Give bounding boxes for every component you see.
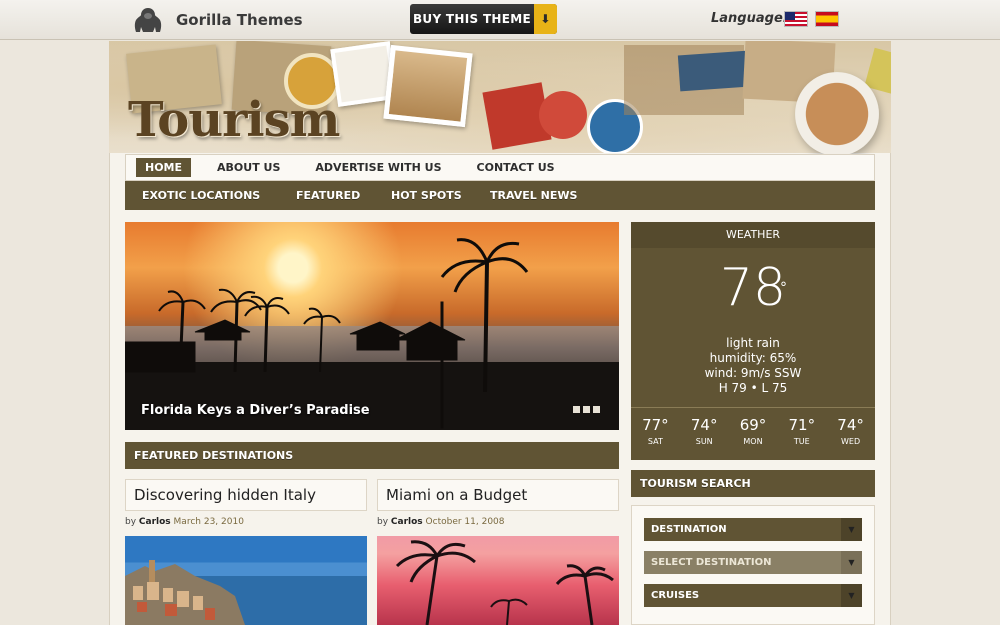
nav-contact-us[interactable]: CONTACT US: [464, 158, 568, 177]
flag-es-icon[interactable]: [815, 11, 839, 27]
post-author[interactable]: Carlos: [391, 517, 423, 527]
weather-condition: light rain: [726, 336, 780, 350]
slider-dot[interactable]: [593, 406, 600, 413]
primary-nav: HOME ABOUT US ADVERTISE WITH US CONTACT …: [125, 154, 875, 181]
buy-theme-button[interactable]: BUY THIS THEME ⬇: [410, 4, 557, 34]
language-label: Language:: [711, 11, 788, 26]
select-destination-dropdown[interactable]: SELECT DESTINATION ▼: [644, 551, 862, 574]
weather-humidity: humidity: 65%: [709, 351, 797, 365]
featured-slider[interactable]: Florida Keys a Diver’s Paradise: [125, 222, 619, 430]
nav-hot-spots[interactable]: HOT SPOTS: [374, 189, 473, 202]
forecast-day: 71° TUE: [777, 408, 826, 460]
post-by: by: [125, 517, 137, 527]
post-meta: by Carlos March 23, 2010: [125, 517, 244, 527]
ritz-hotel-label-image: [677, 50, 751, 92]
brand-name: Gorilla Themes: [176, 11, 303, 29]
select-destination-label: SELECT DESTINATION: [651, 557, 772, 568]
download-arrow-icon: ⬇: [534, 4, 557, 34]
chevron-down-icon: ▼: [841, 518, 862, 541]
weather-heading: WEATHER: [631, 222, 875, 248]
weather-widget: WEATHER 78 ° light rain humidity: 65% wi…: [631, 222, 875, 460]
weather-forecast: 77° SAT 74° SUN 69° MON 71° TUE 74° WED: [631, 407, 875, 460]
cruises-select[interactable]: CRUISES ▼: [644, 584, 862, 607]
forecast-temp: 74°: [837, 416, 864, 434]
category-nav: EXOTIC LOCATIONS FEATURED HOT SPOTS TRAV…: [125, 181, 875, 210]
forecast-temp: 77°: [642, 416, 669, 434]
forecast-day: 74° SUN: [680, 408, 729, 460]
cruises-select-label: CRUISES: [651, 590, 700, 601]
luggage-label-image: [539, 91, 587, 139]
forecast-day: 77° SAT: [631, 408, 680, 460]
gorilla-logo-icon: [134, 8, 162, 32]
nav-home[interactable]: HOME: [136, 158, 192, 177]
flag-us-icon[interactable]: [784, 11, 808, 27]
forecast-temp: 74°: [690, 416, 718, 434]
featured-destinations-heading: FEATURED DESTINATIONS: [125, 442, 619, 469]
chevron-down-icon: ▼: [841, 584, 862, 607]
site-title[interactable]: Tourism: [128, 92, 340, 148]
coffee-cup-image: [795, 72, 879, 156]
chevron-down-icon: ▼: [841, 551, 862, 574]
post-date: October 11, 2008: [425, 517, 505, 527]
forecast-temp: 71°: [788, 416, 816, 434]
forecast-temp: 69°: [739, 416, 767, 434]
top-bar: Gorilla Themes BUY THIS THEME ⬇ Language…: [0, 0, 1000, 40]
post-author[interactable]: Carlos: [139, 517, 171, 527]
nav-featured[interactable]: FEATURED: [279, 189, 374, 202]
current-temperature: 78: [719, 258, 787, 318]
weather-conditions: light rain humidity: 65% wind: 9m/s SSW …: [631, 336, 875, 396]
weather-high-low: H 79 • L 75: [718, 381, 788, 395]
post-title[interactable]: Miami on a Budget: [377, 479, 619, 511]
nav-about-us[interactable]: ABOUT US: [204, 158, 293, 177]
forecast-day: 74° WED: [826, 408, 875, 460]
brand[interactable]: Gorilla Themes: [132, 6, 303, 34]
slider-dot[interactable]: [583, 406, 590, 413]
italy-thumbnail-image[interactable]: [125, 536, 367, 625]
nav-exotic-locations[interactable]: EXOTIC LOCATIONS: [125, 189, 279, 202]
palm-silhouette-image: [125, 238, 529, 429]
forecast-day: 69° MON: [729, 408, 778, 460]
forecast-day-label: TUE: [793, 437, 810, 446]
degree-symbol: °: [780, 280, 787, 296]
destination-select[interactable]: DESTINATION ▼: [644, 518, 862, 541]
slide-caption[interactable]: Florida Keys a Diver’s Paradise: [141, 403, 370, 418]
post-date: March 23, 2010: [173, 517, 244, 527]
post-by: by: [377, 517, 389, 527]
miami-thumbnail-image[interactable]: [377, 536, 619, 625]
buy-theme-label: BUY THIS THEME: [412, 12, 532, 26]
slider-dot[interactable]: [573, 406, 580, 413]
forecast-day-label: WED: [841, 437, 861, 446]
forecast-day-label: SUN: [695, 437, 713, 446]
post-meta: by Carlos October 11, 2008: [377, 517, 505, 527]
weather-wind: wind: 9m/s SSW: [704, 366, 802, 380]
forecast-day-label: SAT: [647, 437, 663, 446]
nav-advertise[interactable]: ADVERTISE WITH US: [302, 158, 454, 177]
destination-select-label: DESTINATION: [651, 524, 727, 535]
pyramid-photo-image: [383, 44, 473, 128]
forecast-day-label: MON: [743, 437, 763, 446]
nav-travel-news[interactable]: TRAVEL NEWS: [473, 189, 585, 202]
tourism-search-heading: TOURISM SEARCH: [631, 470, 875, 497]
slider-pagination: [573, 406, 600, 413]
post-title[interactable]: Discovering hidden Italy: [125, 479, 367, 511]
